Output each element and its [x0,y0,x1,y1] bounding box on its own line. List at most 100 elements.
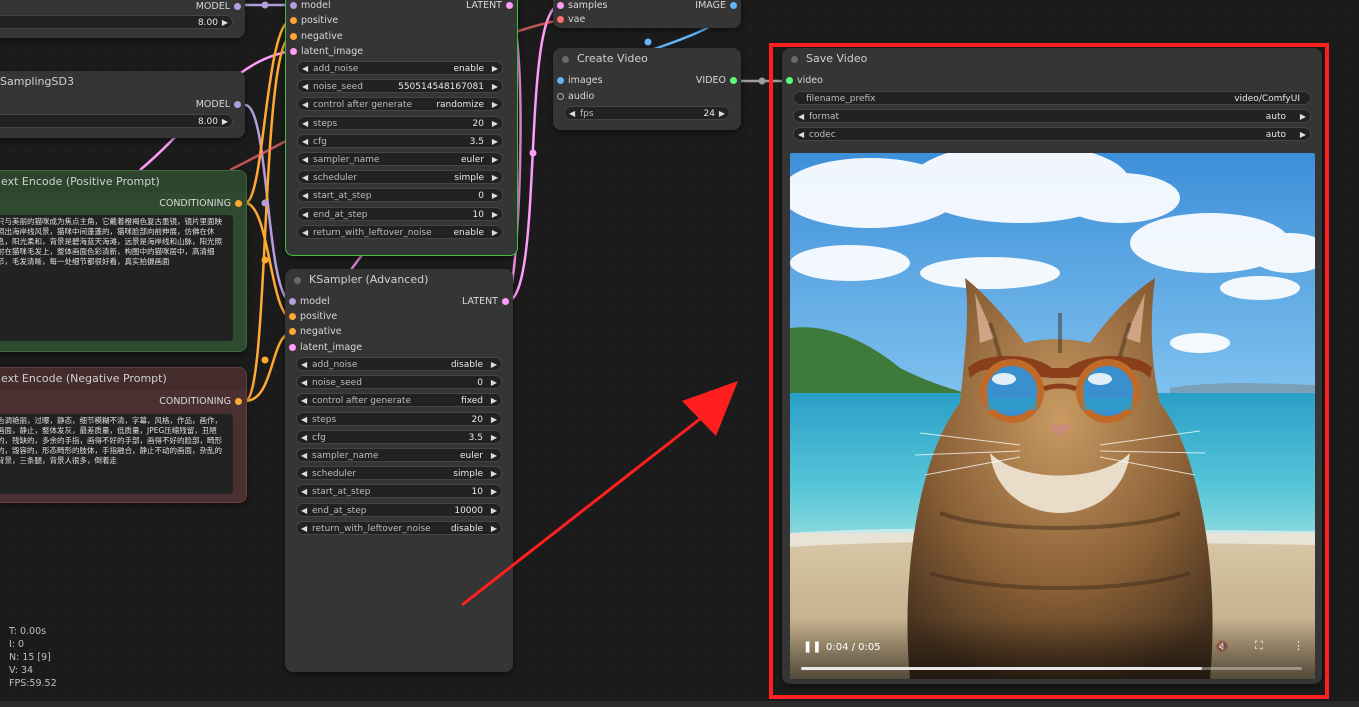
arrow-left-icon[interactable]: ◀ [301,431,307,445]
arrow-right-icon[interactable]: ▶ [491,358,497,372]
video-pin-icon[interactable] [786,77,793,84]
arrow-right-icon[interactable]: ▶ [492,62,498,76]
arrow-right-icon[interactable]: ▶ [719,107,725,121]
widget-scheduler[interactable]: ◀ scheduler simple ▶ [297,170,503,185]
arrow-right-icon[interactable]: ▶ [491,413,497,427]
input-model[interactable]: model [285,295,330,309]
node-create-video[interactable]: Create Video images audio VIDEO ◀ fps 24… [553,48,741,130]
arrow-left-icon[interactable]: ◀ [302,135,308,149]
arrow-right-icon[interactable]: ▶ [491,376,497,390]
arrow-right-icon[interactable]: ▶ [1300,128,1306,142]
widget-format[interactable]: ◀ format auto ▶ [793,109,1311,123]
video-pin-icon[interactable] [730,77,737,84]
node-dot-icon[interactable] [294,277,301,284]
input-negative[interactable]: negative [286,30,343,44]
node-positive-prompt[interactable]: ext Encode (Positive Prompt) CONDITIONIN… [0,170,247,352]
node-ksampler-top[interactable]: model positive negative latent_image LAT… [285,0,518,256]
input-model[interactable]: model [286,0,331,13]
output-conditioning[interactable]: CONDITIONING [159,197,246,211]
input-video[interactable]: video [782,74,823,88]
widget-fps[interactable]: ◀ fps 24 ▶ [564,106,730,120]
widget-sampler-name[interactable]: ◀ sampler_name euler ▶ [296,448,502,462]
node-model-top[interactable]: MODEL 8.00 ▶ [0,0,245,38]
prompt-textarea[interactable]: 色调艳丽，过曝，静态，细节模糊不清，字幕，风格，作品，画作，画面，静止，整体发灰… [0,414,233,494]
arrow-left-icon[interactable]: ◀ [302,153,308,167]
model-pin-icon[interactable] [289,298,296,305]
arrow-right-icon[interactable]: ▶ [491,485,497,499]
arrow-right-icon[interactable]: ▶ [491,431,497,445]
node-dot-icon[interactable] [791,56,798,63]
arrow-right-icon[interactable]: ▶ [492,189,498,203]
widget-control-after-generate[interactable]: ◀ control after generate randomize ▶ [297,97,503,112]
widget-add-noise[interactable]: ◀ add_noise disable ▶ [296,357,502,371]
input-latent-image[interactable]: latent_image [285,341,362,355]
arrow-right-icon[interactable]: ▶ [491,394,497,408]
volume-icon[interactable]: 🔇 [1215,640,1229,653]
more-options-icon[interactable]: ⋮ [1293,639,1304,652]
widget-return-with-leftover-noise[interactable]: ◀ return_with_leftover_noise disable ▶ [296,520,502,535]
widget-start-at-step[interactable]: ◀ start_at_step 0 ▶ [297,188,503,203]
widget-steps[interactable]: ◀ steps 20 ▶ [297,115,503,131]
arrow-left-icon[interactable]: ◀ [301,449,307,463]
widget-shift-top[interactable]: 8.00 ▶ [0,15,233,29]
arrow-left-icon[interactable]: ◀ [301,376,307,390]
arrow-right-icon[interactable]: ▶ [1300,110,1306,124]
widget-filename-prefix[interactable]: filename_prefix video/ComfyUI [793,91,1311,105]
arrow-left-icon[interactable]: ◀ [302,80,308,94]
arrow-right-icon[interactable]: ▶ [492,153,498,167]
widget-cfg[interactable]: ◀ cfg 3.5 ▶ [297,133,503,149]
arrow-left-icon[interactable]: ◀ [301,485,307,499]
input-positive[interactable]: positive [286,14,338,28]
pause-icon[interactable]: ❚❚ [803,640,821,653]
widget-cfg[interactable]: ◀ cfg 3.5 ▶ [296,429,502,445]
latent-pin-icon[interactable] [290,48,297,55]
arrow-left-icon[interactable]: ◀ [301,504,307,518]
input-latent-image[interactable]: latent_image [286,45,363,59]
input-negative[interactable]: negative [285,325,342,339]
arrow-right-icon[interactable]: ▶ [492,135,498,149]
input-audio[interactable]: audio [553,90,594,104]
model-pin-icon[interactable] [290,2,297,9]
model-pin-icon[interactable] [234,3,241,10]
arrow-right-icon[interactable]: ▶ [491,449,497,463]
widget-sampler-name[interactable]: ◀ sampler_name euler ▶ [297,152,503,166]
arrow-right-icon[interactable]: ▶ [491,467,497,481]
prompt-textarea[interactable]: 只与美丽的猫咪成为焦点主角，它戴着橙褐色复古墨镜，镜片里面映照出海岸线风景，猫咪… [0,215,233,341]
widget-steps[interactable]: ◀ steps 20 ▶ [296,411,502,427]
widget-scheduler[interactable]: ◀ scheduler simple ▶ [296,466,502,481]
output-model[interactable]: MODEL [196,98,245,112]
arrow-right-icon[interactable]: ▶ [222,16,228,30]
widget-end-at-step[interactable]: ◀ end_at_step 10000 ▶ [296,502,502,518]
latent-pin-icon[interactable] [502,298,509,305]
arrow-left-icon[interactable]: ◀ [302,117,308,131]
arrow-right-icon[interactable]: ▶ [492,171,498,185]
node-negative-prompt[interactable]: ext Encode (Negative Prompt) CONDITIONIN… [0,367,247,503]
video-player[interactable]: ❚❚ 0:04 / 0:05 🔇 ⛶ ⋮ [790,153,1315,679]
arrow-left-icon[interactable]: ◀ [302,171,308,185]
conditioning-pin-icon[interactable] [235,398,242,405]
conditioning-pin-icon[interactable] [290,33,297,40]
model-pin-icon[interactable] [234,101,241,108]
conditioning-pin-icon[interactable] [235,200,242,207]
arrow-left-icon[interactable]: ◀ [301,413,307,427]
latent-pin-icon[interactable] [557,2,564,9]
arrow-left-icon[interactable]: ◀ [798,110,804,124]
widget-end-at-step[interactable]: ◀ end_at_step 10 ▶ [297,206,503,221]
image-pin-icon[interactable] [730,2,737,9]
arrow-left-icon[interactable]: ◀ [301,467,307,481]
image-pin-icon[interactable] [557,77,564,84]
node-ksampler-advanced[interactable]: KSampler (Advanced) model positive negat… [285,269,513,672]
arrow-right-icon[interactable]: ▶ [491,504,497,518]
audio-pin-icon[interactable] [557,93,564,100]
widget-noise-seed[interactable]: ◀ noise_seed 0 ▶ [296,375,502,390]
output-latent[interactable]: LATENT [462,295,513,309]
node-sampling-sd3[interactable]: SamplingSD3 MODEL 8.00 ▶ [0,71,245,138]
widget-noise-seed[interactable]: ◀ noise_seed 550514548167081 ▶ [297,79,503,94]
arrow-left-icon[interactable]: ◀ [302,226,308,240]
latent-pin-icon[interactable] [289,344,296,351]
node-vae-decode[interactable]: samples vae IMAGE [553,0,741,28]
arrow-left-icon[interactable]: ◀ [302,98,308,112]
widget-shift[interactable]: 8.00 ▶ [0,114,233,128]
widget-start-at-step[interactable]: ◀ start_at_step 10 ▶ [296,484,502,499]
latent-pin-icon[interactable] [506,2,513,9]
